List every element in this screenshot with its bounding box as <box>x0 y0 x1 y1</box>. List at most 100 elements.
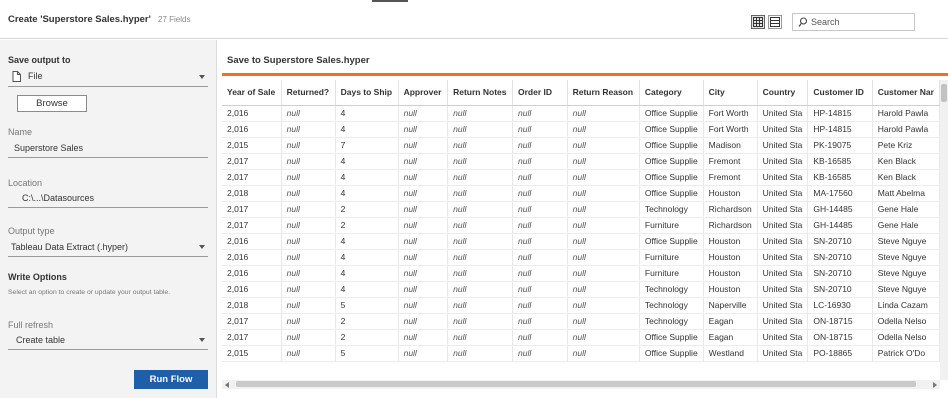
table-cell[interactable]: Pete Kriz <box>872 137 940 154</box>
table-cell[interactable]: null <box>398 121 449 138</box>
table-cell[interactable]: Office Supplie <box>639 121 704 138</box>
table-cell[interactable]: United Sta <box>757 281 809 298</box>
table-cell[interactable]: Steve Nguye <box>872 281 940 298</box>
table-cell[interactable]: null <box>567 153 640 170</box>
output-type-dropdown[interactable]: Tableau Data Extract (.hyper) <box>11 242 128 252</box>
table-cell[interactable]: 2,016 <box>222 233 282 250</box>
table-cell[interactable]: null <box>398 345 449 362</box>
column-header[interactable]: Customer ID <box>807 80 873 106</box>
table-cell[interactable]: Patrick O'Do <box>872 345 940 362</box>
table-cell[interactable]: 2,016 <box>222 265 282 282</box>
table-cell[interactable]: SN-20710 <box>807 265 873 282</box>
table-cell[interactable]: 2 <box>335 201 399 218</box>
table-cell[interactable]: null <box>512 345 568 362</box>
table-cell[interactable]: Furniture <box>639 249 704 266</box>
table-cell[interactable]: null <box>567 105 640 122</box>
table-cell[interactable]: 2,015 <box>222 345 282 362</box>
table-row[interactable]: 2,017 null 4 null null null null Office Supplie… <box>222 153 940 170</box>
column-header[interactable]: Order ID <box>512 80 568 106</box>
table-cell[interactable]: null <box>512 297 568 314</box>
table-cell[interactable]: Houston <box>703 233 758 250</box>
table-cell[interactable]: null <box>398 137 449 154</box>
table-cell[interactable]: Office Supplie <box>639 153 704 170</box>
table-cell[interactable]: null <box>398 265 449 282</box>
table-cell[interactable]: null <box>398 153 449 170</box>
table-cell[interactable]: null <box>567 201 640 218</box>
table-cell[interactable]: United Sta <box>757 121 809 138</box>
table-row[interactable]: 2,015 null 7 null null null null Office Supplie… <box>222 137 940 154</box>
table-cell[interactable]: HP-14815 <box>807 105 873 122</box>
column-header[interactable]: Country <box>757 80 809 106</box>
table-cell[interactable]: 2,017 <box>222 217 282 234</box>
table-cell[interactable]: null <box>447 297 514 314</box>
table-cell[interactable]: null <box>281 313 336 330</box>
table-row[interactable]: 2,017 null 2 null null null null Office Supplie… <box>222 329 940 346</box>
table-cell[interactable]: United Sta <box>757 137 809 154</box>
table-cell[interactable]: Eagan <box>703 329 758 346</box>
table-cell[interactable]: Office Supplie <box>639 345 704 362</box>
table-cell[interactable]: Office Supplie <box>639 233 704 250</box>
column-header[interactable]: Return Reason <box>567 80 640 106</box>
table-cell[interactable]: Gene Hale <box>872 217 940 234</box>
table-cell[interactable]: null <box>567 185 640 202</box>
column-header[interactable]: City <box>703 80 758 106</box>
table-row[interactable]: 2,017 null 2 null null null null Technology Eaga… <box>222 313 940 330</box>
table-cell[interactable]: null <box>398 249 449 266</box>
table-cell[interactable]: null <box>512 233 568 250</box>
table-cell[interactable]: Technology <box>639 297 704 314</box>
table-cell[interactable]: null <box>447 169 514 186</box>
table-cell[interactable]: null <box>447 281 514 298</box>
table-cell[interactable]: null <box>398 281 449 298</box>
table-cell[interactable]: GH-14485 <box>807 217 873 234</box>
table-cell[interactable]: null <box>281 121 336 138</box>
table-cell[interactable]: null <box>398 201 449 218</box>
table-cell[interactable]: null <box>447 249 514 266</box>
table-row[interactable]: 2,017 null 4 null null null null Office Supplie… <box>222 169 940 186</box>
table-cell[interactable]: PK-19075 <box>807 137 873 154</box>
run-flow-button[interactable]: Run Flow <box>134 370 208 389</box>
table-cell[interactable]: null <box>398 297 449 314</box>
table-cell[interactable]: United Sta <box>757 153 809 170</box>
table-cell[interactable]: null <box>567 265 640 282</box>
table-cell[interactable]: null <box>447 265 514 282</box>
list-view-button[interactable] <box>768 15 782 29</box>
column-header[interactable]: Year of Sale <box>222 80 282 106</box>
table-cell[interactable]: 4 <box>335 249 399 266</box>
table-cell[interactable]: GH-14485 <box>807 201 873 218</box>
table-cell[interactable]: null <box>567 313 640 330</box>
table-cell[interactable]: 2,015 <box>222 137 282 154</box>
table-cell[interactable]: 4 <box>335 121 399 138</box>
table-row[interactable]: 2,016 null 4 null null null null Office Supplie… <box>222 233 940 250</box>
table-cell[interactable]: null <box>512 281 568 298</box>
table-cell[interactable]: 4 <box>335 233 399 250</box>
table-cell[interactable]: 2,016 <box>222 249 282 266</box>
table-cell[interactable]: 2,017 <box>222 313 282 330</box>
table-cell[interactable]: null <box>512 169 568 186</box>
table-cell[interactable]: Richardson <box>703 201 758 218</box>
table-cell[interactable]: LC-16930 <box>807 297 873 314</box>
table-cell[interactable]: Furniture <box>639 265 704 282</box>
table-cell[interactable]: null <box>398 313 449 330</box>
table-cell[interactable]: null <box>447 185 514 202</box>
table-cell[interactable]: 2,018 <box>222 297 282 314</box>
table-cell[interactable]: United Sta <box>757 185 809 202</box>
horizontal-scroll-thumb[interactable] <box>236 381 916 387</box>
chevron-down-icon[interactable] <box>199 338 205 342</box>
table-cell[interactable]: null <box>447 153 514 170</box>
table-cell[interactable]: Houston <box>703 185 758 202</box>
table-cell[interactable]: null <box>512 313 568 330</box>
table-cell[interactable]: 2,016 <box>222 105 282 122</box>
table-cell[interactable]: null <box>512 265 568 282</box>
table-cell[interactable]: SN-20710 <box>807 233 873 250</box>
column-header[interactable]: Days to Ship <box>335 80 399 106</box>
table-cell[interactable]: Office Supplie <box>639 169 704 186</box>
table-cell[interactable]: ON-18715 <box>807 329 873 346</box>
table-cell[interactable]: null <box>447 233 514 250</box>
table-row[interactable]: 2,018 null 4 null null null null Office Supplie… <box>222 185 940 202</box>
table-cell[interactable]: United Sta <box>757 233 809 250</box>
table-cell[interactable]: null <box>281 169 336 186</box>
table-row[interactable]: 2,015 null 5 null null null null Office Supplie… <box>222 345 940 362</box>
table-cell[interactable]: United Sta <box>757 329 809 346</box>
table-cell[interactable]: 7 <box>335 137 399 154</box>
scroll-left-icon[interactable] <box>225 382 229 388</box>
